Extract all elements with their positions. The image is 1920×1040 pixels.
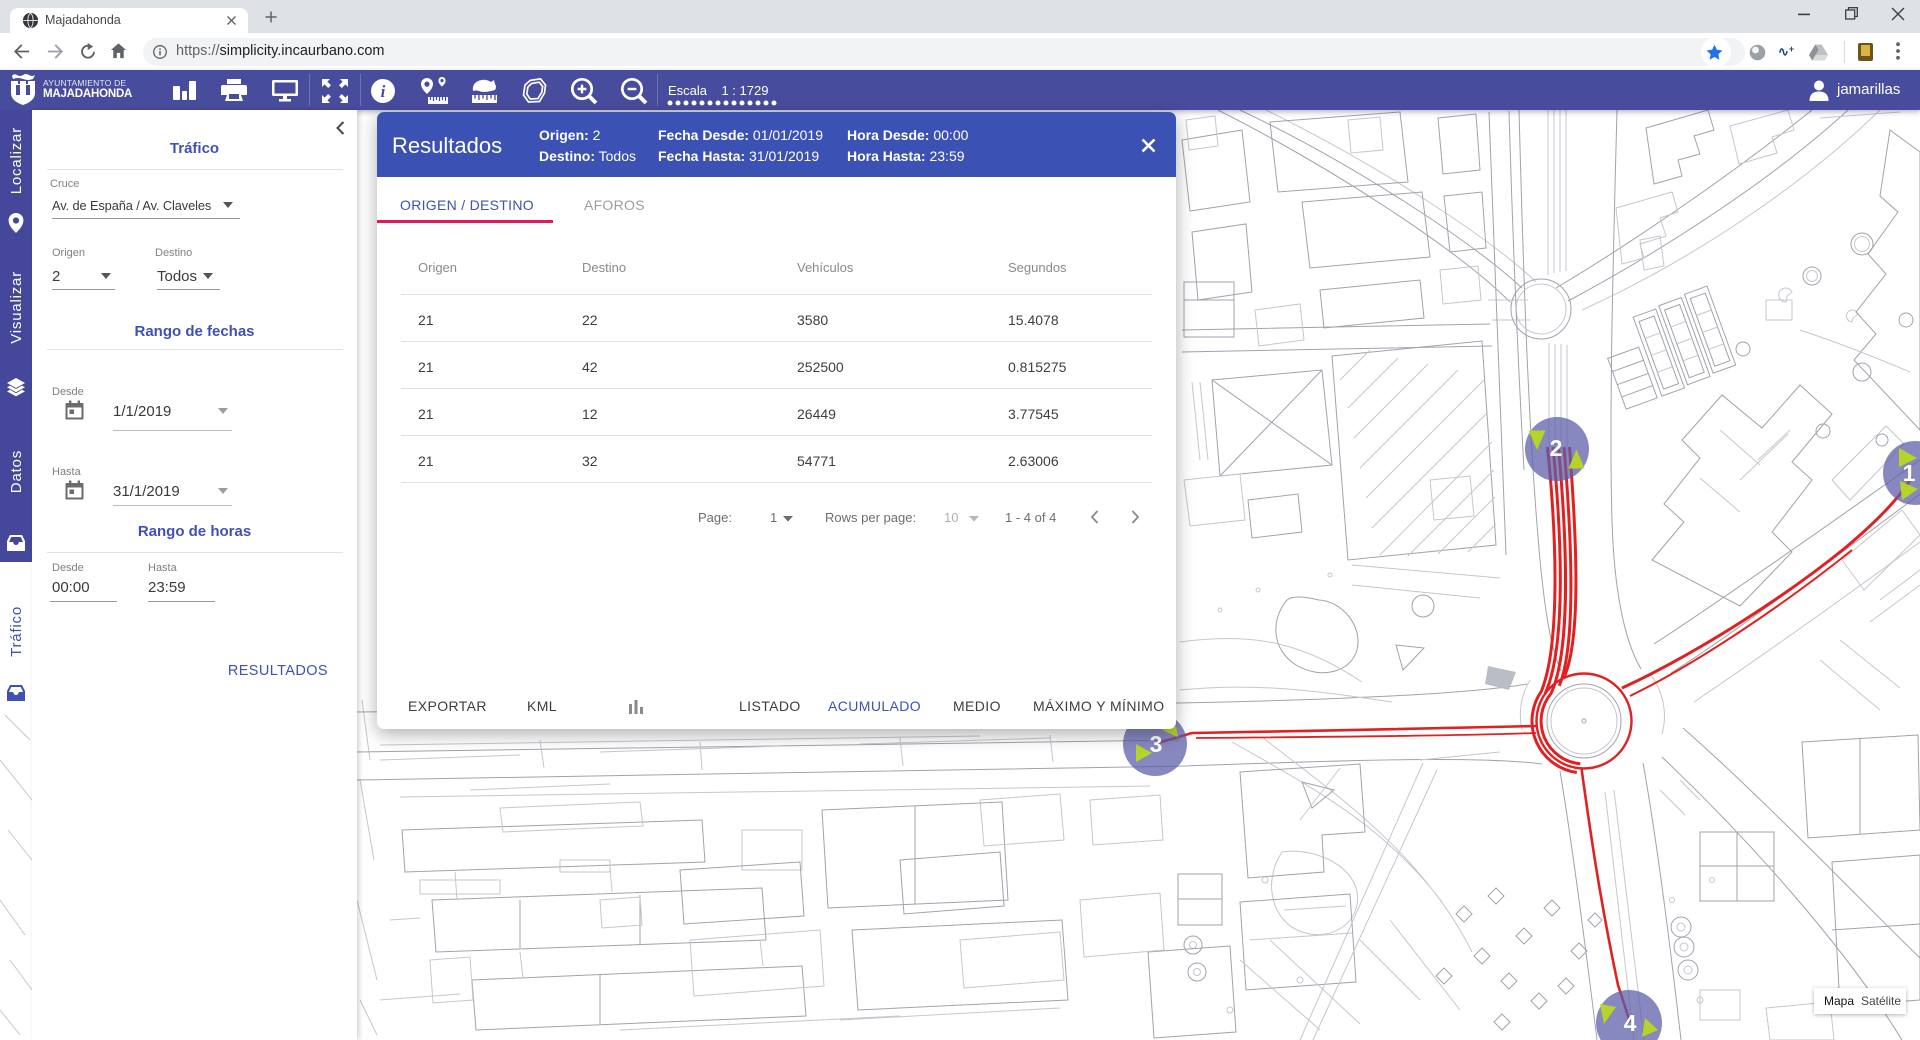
svg-text:4: 4: [1624, 1010, 1637, 1036]
svg-text:i: i: [381, 82, 386, 101]
svg-text:1: 1: [1903, 460, 1916, 486]
svg-text:Mapa: Mapa: [1824, 994, 1854, 1008]
svg-text:Satélite: Satélite: [1861, 994, 1901, 1008]
svg-text:3: 3: [1150, 731, 1163, 757]
svg-text:2: 2: [1550, 435, 1563, 461]
